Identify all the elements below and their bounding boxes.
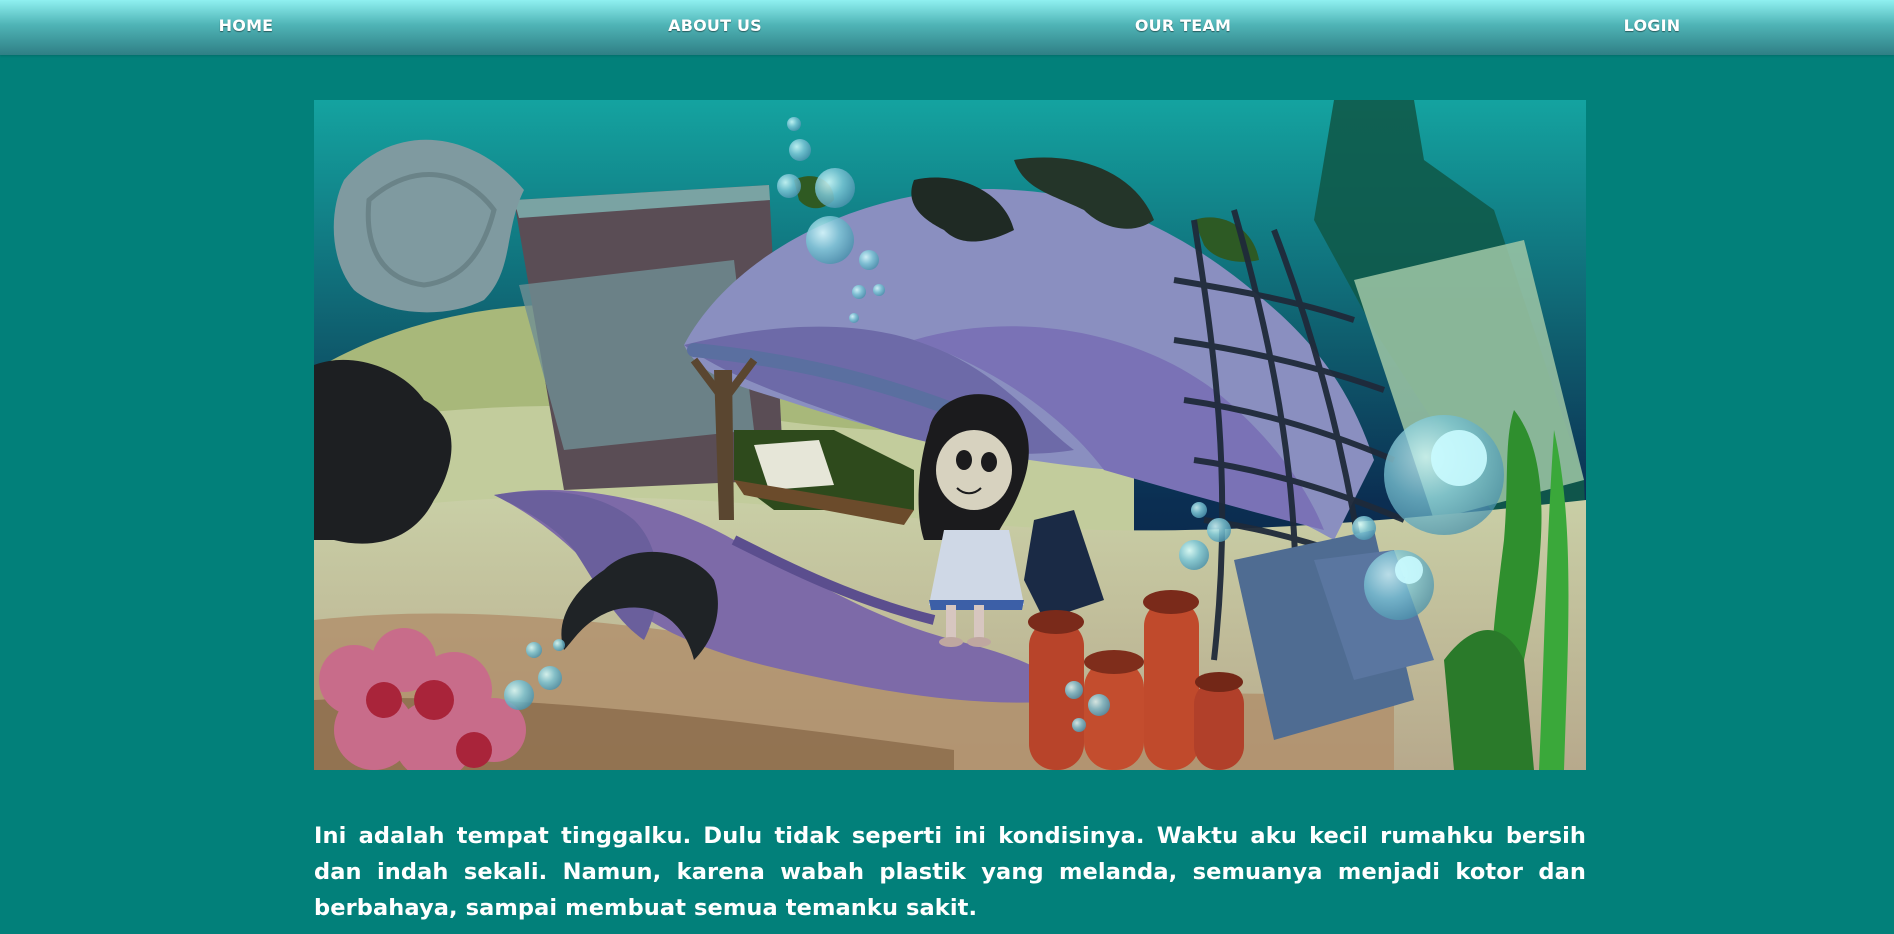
nav-our-team-link[interactable]: OUR TEAM (1135, 0, 1231, 52)
nav-login-link[interactable]: LOGIN (1624, 0, 1681, 52)
top-navbar: HOME ABOUT US OUR TEAM LOGIN (0, 0, 1894, 55)
hero-illustration (314, 100, 1586, 770)
nav-about-us-link[interactable]: ABOUT US (668, 0, 762, 52)
nav-home-link[interactable]: HOME (219, 0, 274, 52)
story-paragraph: Ini adalah tempat tinggalku. Dulu tidak … (314, 822, 1586, 921)
